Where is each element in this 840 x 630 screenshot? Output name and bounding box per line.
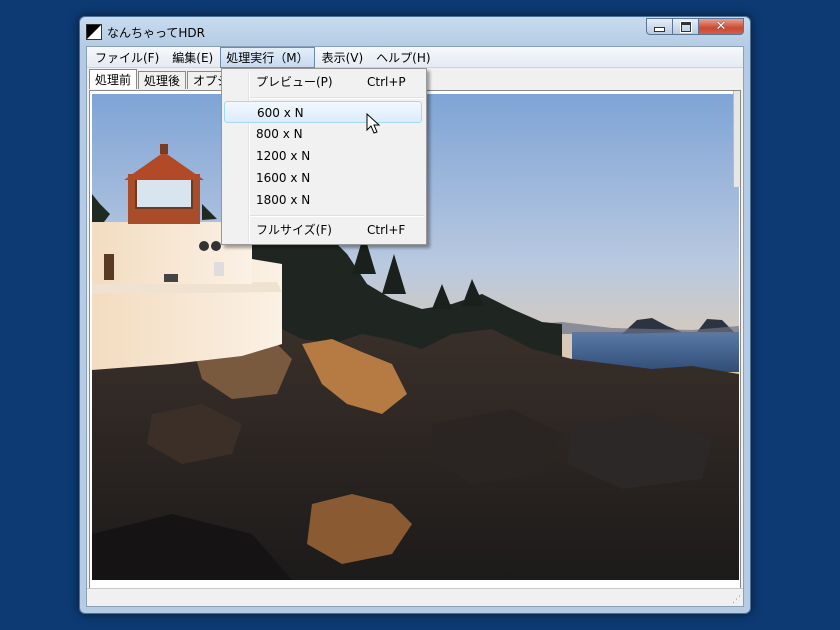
menu-item-label: 800 x N [256, 127, 303, 141]
menu-separator [250, 97, 424, 99]
process-menu-dropdown: プレビュー(P) Ctrl+P 600 x N 800 x N 1200 x N… [221, 68, 427, 245]
menu-item-size-600[interactable]: 600 x N [224, 101, 422, 123]
menu-item-label: プレビュー(P) [256, 75, 333, 89]
menu-item-label: 600 x N [257, 106, 304, 120]
minimize-icon [654, 27, 665, 32]
menu-item-label: 1200 x N [256, 149, 311, 163]
window-controls: ✕ [646, 18, 744, 35]
menu-bar: ファイル(F) 編集(E) 処理実行（M） 表示(V) ヘルプ(H) [87, 46, 743, 68]
maximize-button[interactable] [673, 18, 699, 35]
menu-item-shortcut: Ctrl+F [367, 223, 406, 237]
mouse-cursor-icon [366, 113, 381, 134]
minimize-button[interactable] [646, 18, 673, 35]
menu-process[interactable]: 処理実行（M） [220, 46, 315, 68]
window-title: なんちゃってHDR [107, 26, 206, 40]
menu-item-label: フルサイズ(F) [256, 223, 332, 237]
app-icon[interactable] [86, 24, 102, 40]
title-bar[interactable]: なんちゃってHDR ✕ [80, 17, 750, 45]
menu-item-size-800[interactable]: 800 x N [224, 123, 422, 145]
close-icon: ✕ [715, 19, 727, 34]
menu-item-shortcut: Ctrl+P [367, 75, 406, 89]
menu-separator [250, 215, 424, 217]
status-bar: ⋰ [87, 588, 743, 606]
vertical-scrollbar[interactable] [733, 91, 740, 187]
tab-before[interactable]: 処理前 [89, 69, 138, 89]
menu-item-size-1800[interactable]: 1800 x N [224, 189, 422, 211]
menu-item-label: 1600 x N [256, 171, 311, 185]
menu-help[interactable]: ヘルプ(H) [370, 47, 436, 68]
menu-item-size-1600[interactable]: 1600 x N [224, 167, 422, 189]
maximize-icon [679, 20, 692, 33]
menu-file[interactable]: ファイル(F) [89, 47, 165, 68]
menu-edit[interactable]: 編集(E) [166, 47, 219, 68]
menu-item-label: 1800 x N [256, 193, 311, 207]
menu-item-preview[interactable]: プレビュー(P) Ctrl+P [224, 71, 422, 93]
menu-item-size-1200[interactable]: 1200 x N [224, 145, 422, 167]
menu-view[interactable]: 表示(V) [316, 47, 370, 68]
menu-item-fullsize[interactable]: フルサイズ(F) Ctrl+F [224, 219, 422, 241]
close-button[interactable]: ✕ [699, 18, 744, 35]
tab-after[interactable]: 処理後 [138, 71, 187, 89]
resize-grip-icon[interactable]: ⋰ [732, 595, 741, 605]
